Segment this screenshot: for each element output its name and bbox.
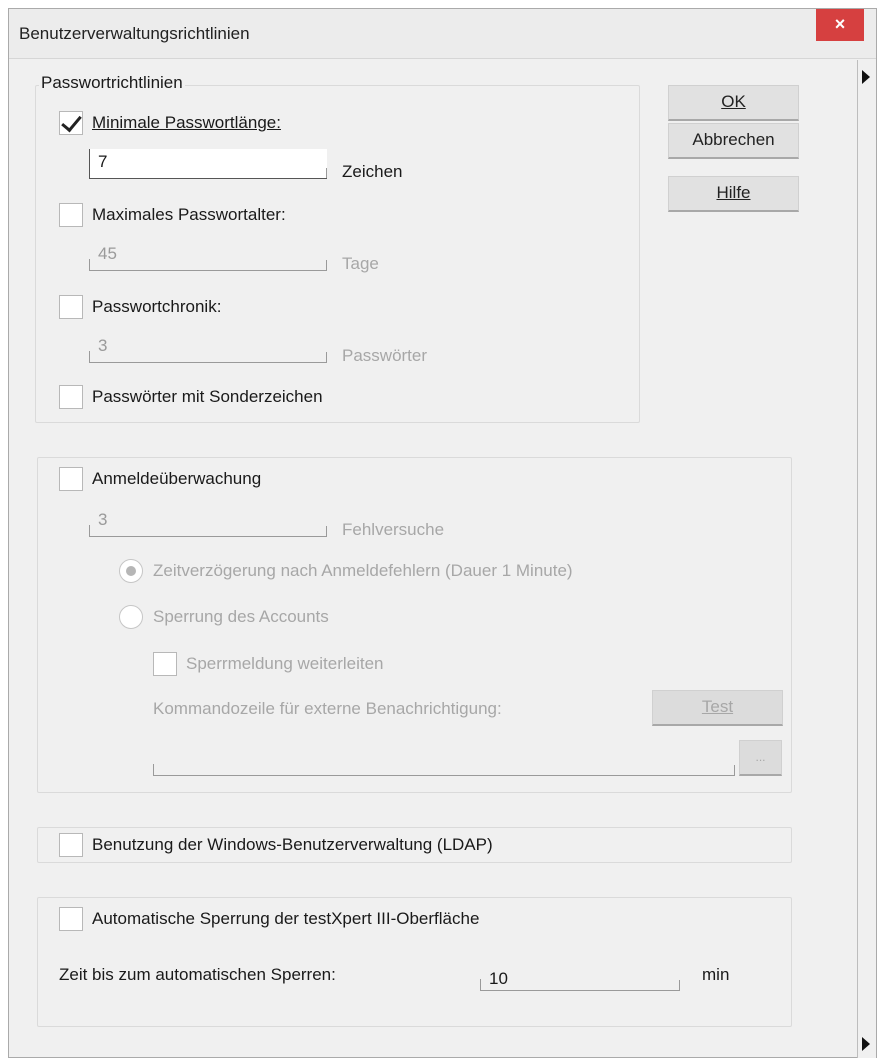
failed-attempts-unit: Fehlversuche [342, 520, 445, 539]
forward-lock-msg-checkbox[interactable] [153, 652, 177, 676]
lock-account-radio[interactable] [119, 605, 143, 629]
max-age-unit: Tage [342, 254, 379, 273]
auto-lock-time-unit: min [702, 965, 730, 984]
special-chars-label: Passwörter mit Sonderzeichen [92, 387, 323, 406]
auto-lock-time-input[interactable]: 10 [480, 961, 680, 991]
min-length-checkbox[interactable] [59, 111, 83, 135]
ldap-checkbox[interactable] [59, 833, 83, 857]
close-button[interactable]: × [816, 9, 864, 41]
min-length-label: Minimale Passwortlänge: [92, 113, 281, 132]
scroll-arrow-icon[interactable] [862, 1037, 870, 1051]
title-bar: Benutzerverwaltungsrichtlinien × [9, 9, 876, 59]
forward-lock-msg-label: Sperrmeldung weiterleiten [186, 654, 384, 673]
auto-lock-time-label: Zeit bis zum automatischen Sperren: [59, 965, 336, 984]
password-policy-title: Passwortrichtlinien [39, 73, 185, 93]
history-checkbox[interactable] [59, 295, 83, 319]
command-line-label: Kommandozeile für externe Benachrichtigu… [153, 699, 502, 718]
history-label: Passwortchronik: [92, 297, 222, 316]
dialog-window: Benutzerverwaltungsrichtlinien × Passwor… [8, 8, 877, 1058]
ok-button[interactable]: OK [668, 85, 799, 121]
min-length-unit: Zeichen [342, 162, 403, 181]
cancel-button[interactable]: Abbrechen [668, 123, 799, 159]
history-unit: Passwörter [342, 346, 428, 365]
browse-button[interactable]: ... [739, 740, 782, 776]
history-input[interactable]: 3 [89, 333, 327, 363]
delay-radio[interactable] [119, 559, 143, 583]
max-age-input[interactable]: 45 [89, 241, 327, 271]
auto-lock-checkbox[interactable] [59, 907, 83, 931]
login-monitoring-label: Anmeldeüberwachung [92, 469, 262, 488]
max-age-label: Maximales Passwortalter: [92, 205, 286, 224]
delay-option-label: Zeitverzögerung nach Anmeldefehlern (Dau… [153, 561, 573, 580]
test-button[interactable]: Test [652, 690, 783, 726]
max-age-checkbox[interactable] [59, 203, 83, 227]
vertical-scrollbar[interactable] [857, 60, 876, 1058]
login-monitoring-checkbox[interactable] [59, 467, 83, 491]
scroll-arrow-icon[interactable] [862, 70, 870, 84]
ldap-label: Benutzung der Windows-Benutzerverwaltung… [92, 835, 493, 854]
special-chars-checkbox[interactable] [59, 385, 83, 409]
min-length-input[interactable]: 7 [89, 149, 327, 179]
help-button[interactable]: Hilfe [668, 176, 799, 212]
window-title: Benutzerverwaltungsrichtlinien [19, 24, 250, 43]
failed-attempts-input[interactable]: 3 [89, 507, 327, 537]
command-line-input[interactable] [153, 746, 735, 776]
lock-account-label: Sperrung des Accounts [153, 607, 329, 626]
auto-lock-label: Automatische Sperrung der testXpert III-… [92, 909, 480, 928]
